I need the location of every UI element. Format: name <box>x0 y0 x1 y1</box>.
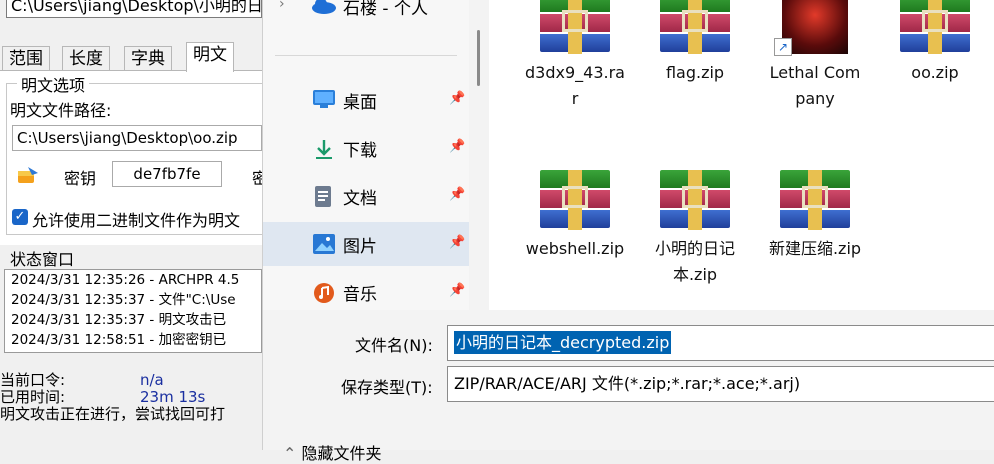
download-icon <box>313 138 335 159</box>
pin-icon[interactable]: 📌 <box>449 91 465 106</box>
winrar-icon <box>654 0 736 54</box>
document-icon <box>313 186 335 207</box>
filename-value: 小明的日记本_decrypted.zip <box>454 331 672 354</box>
plaintext-tab-panel: 明文选项 明文文件路径: C:\Users\jiang\Desktop\oo.z… <box>0 70 262 245</box>
save-options-area: 文件名(N): 小明的日记本_decrypted.zip 保存类型(T): ZI… <box>263 310 994 463</box>
file-name: webshell.zip <box>525 239 625 258</box>
file-name: 小明的日记本.zip <box>654 239 735 284</box>
nav-separator <box>275 55 457 56</box>
navigation-pane: › 石楼 - 个人 桌面 📌 下载 📌 文档 📌 图片 📌 音乐 📌 <box>263 0 480 310</box>
status-log[interactable]: 2024/3/31 12:35:26 - ARCHPR 4.5 2024/3/3… <box>4 269 262 353</box>
hide-folders-label: 隐藏文件夹 <box>301 444 382 463</box>
file-item[interactable]: 小明的日记本.zip <box>645 170 745 288</box>
nav-item-music[interactable]: 音乐 📌 <box>263 270 469 314</box>
nav-item-pictures[interactable]: 图片 📌 <box>263 222 469 266</box>
archpr-window: C:\Users\jiang\Desktop\小明的日 范围 长度 字典 明文 … <box>0 0 262 450</box>
status-window: 状态窗口 2024/3/31 12:35:26 - ARCHPR 4.5 202… <box>0 246 262 355</box>
save-as-dialog: › 石楼 - 个人 桌面 📌 下载 📌 文档 📌 图片 📌 音乐 📌 d3dx9… <box>262 0 994 463</box>
elapsed-time-value: 23m 13s <box>140 388 206 406</box>
file-list-view: d3dx9_43.rar flag.zip ↗ Lethal Company o… <box>489 0 994 310</box>
log-line: 2024/3/31 12:58:51 - 加密密钥已 <box>11 332 227 348</box>
key-value-field[interactable]: de7fb7fe <box>112 161 222 187</box>
group-title: 明文选项 <box>17 72 90 96</box>
tab-length[interactable]: 长度 <box>62 46 110 71</box>
nav-item-onedrive[interactable]: › 石楼 - 个人 <box>263 0 469 26</box>
file-name: flag.zip <box>665 63 725 82</box>
file-name: d3dx9_43.rar <box>525 63 625 108</box>
game-shortcut-icon: ↗ <box>774 0 856 56</box>
progress-message: 明文攻击正在进行，尝试找回可打 <box>0 405 226 423</box>
music-icon <box>313 282 335 303</box>
tab-plaintext[interactable]: 明文 <box>186 42 234 72</box>
nav-scrollbar[interactable] <box>477 30 480 86</box>
winrar-icon <box>774 170 856 230</box>
nav-item-downloads[interactable]: 下载 📌 <box>263 126 469 170</box>
nav-item-desktop[interactable]: 桌面 📌 <box>263 78 469 122</box>
winrar-icon <box>534 0 616 54</box>
nav-item-label: 音乐 <box>343 285 377 305</box>
hide-folders-toggle[interactable]: ⌃ 隐藏文件夹 <box>283 440 382 464</box>
nav-item-label: 桌面 <box>343 93 377 113</box>
winrar-icon <box>654 170 736 230</box>
winrar-icon <box>894 0 976 54</box>
file-name: 新建压缩.zip <box>768 239 862 258</box>
file-item[interactable]: d3dx9_43.rar <box>525 0 625 112</box>
file-item[interactable]: 新建压缩.zip <box>765 170 865 262</box>
encrypted-file-path-field[interactable]: C:\Users\jiang\Desktop\小明的日 <box>6 0 262 18</box>
file-item[interactable]: webshell.zip <box>525 170 625 262</box>
file-name: oo.zip <box>911 63 959 82</box>
log-line: 2024/3/31 12:35:37 - 文件"C:\Use <box>11 292 236 308</box>
nav-item-documents[interactable]: 文档 📌 <box>263 174 469 218</box>
filename-label: 文件名(N): <box>355 336 433 355</box>
chevron-up-icon: ⌃ <box>283 444 297 463</box>
log-line: 2024/3/31 12:35:37 - 明文攻击已 <box>11 312 227 328</box>
filetype-label: 保存类型(T): <box>341 378 433 397</box>
allow-binary-checkbox[interactable]: ✓ <box>12 209 28 225</box>
current-password-value: n/a <box>140 371 164 389</box>
log-line: 2024/3/31 12:35:26 - ARCHPR 4.5 <box>11 272 240 288</box>
pin-icon[interactable]: 📌 <box>449 187 465 202</box>
key-icon <box>16 165 42 185</box>
allow-binary-label: 允许使用二进制文件作为明文 <box>32 211 241 230</box>
winrar-icon <box>534 170 616 230</box>
file-item[interactable]: oo.zip <box>885 0 985 86</box>
nav-item-label: 文档 <box>343 189 377 209</box>
pictures-icon <box>313 234 335 254</box>
cloud-icon <box>311 0 337 18</box>
current-password-label: 当前口令: <box>0 371 66 389</box>
file-name: Lethal Company <box>769 63 861 108</box>
filetype-select[interactable]: ZIP/RAR/ACE/ARJ 文件(*.zip;*.rar;*.ace;*.a… <box>447 366 994 402</box>
key-extra-label: 密 <box>252 169 262 188</box>
status-title: 状态窗口 <box>8 246 77 270</box>
pin-icon[interactable]: 📌 <box>449 283 465 298</box>
chevron-right-icon[interactable]: › <box>279 0 285 12</box>
pin-icon[interactable]: 📌 <box>449 139 465 154</box>
filename-input[interactable]: 小明的日记本_decrypted.zip <box>447 325 994 361</box>
nav-item-label: 石楼 - 个人 <box>343 0 428 19</box>
plaintext-path-input[interactable]: C:\Users\jiang\Desktop\oo.zip <box>12 125 262 151</box>
nav-item-label: 图片 <box>343 237 377 257</box>
tab-strip: 范围 长度 字典 明文 <box>0 40 262 72</box>
key-label: 密钥 <box>64 169 97 188</box>
shortcut-arrow-icon: ↗ <box>774 38 792 56</box>
file-item[interactable]: ↗ Lethal Company <box>765 0 865 112</box>
nav-item-label: 下载 <box>343 141 377 161</box>
tab-dictionary[interactable]: 字典 <box>124 46 172 71</box>
tab-range[interactable]: 范围 <box>2 46 50 71</box>
pin-icon[interactable]: 📌 <box>449 235 465 250</box>
elapsed-time-label: 已用时间: <box>0 388 66 406</box>
desktop-icon <box>313 90 335 110</box>
plaintext-path-label: 明文文件路径: <box>10 101 112 120</box>
file-item[interactable]: flag.zip <box>645 0 745 86</box>
